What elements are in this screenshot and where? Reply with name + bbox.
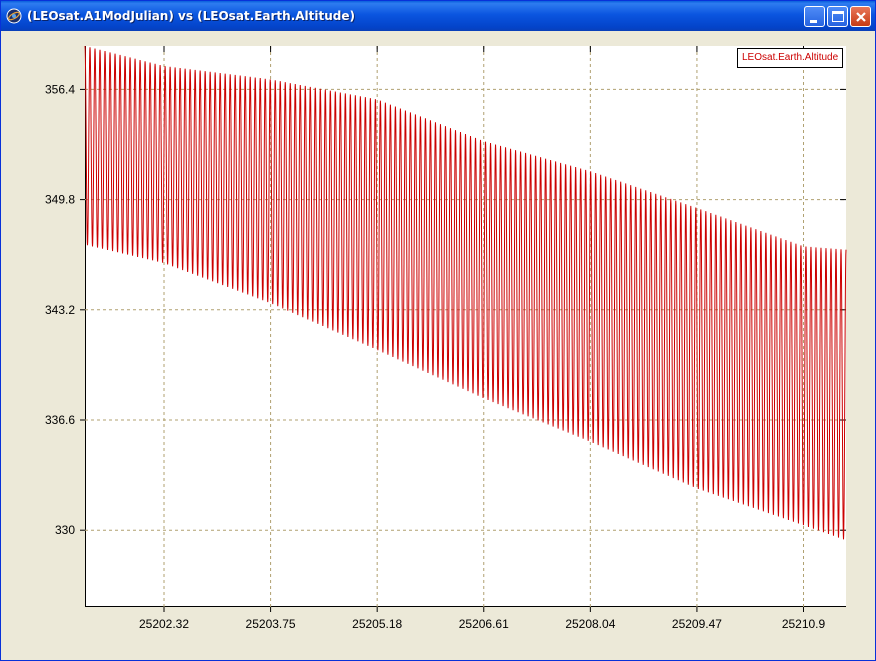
minimize-icon	[810, 20, 817, 23]
chart-area: 25202.32 25203.75 25205.18 25206.61 25208.04…	[5, 31, 871, 656]
x-tick-label: 25209.47	[672, 617, 722, 631]
x-tick-label: 25208.04	[565, 617, 615, 631]
close-button[interactable]	[850, 6, 871, 27]
app-icon	[6, 8, 22, 24]
x-tick-label: 25203.75	[246, 617, 296, 631]
y-tick-label: 343.2	[45, 303, 75, 317]
y-tick-label: 330	[55, 523, 75, 537]
x-tick-label: 25202.32	[139, 617, 189, 631]
legend[interactable]: LEOsat.Earth.Altitude	[737, 48, 844, 68]
plot-window: (LEOsat.A1ModJulian) vs (LEOsat.Earth.Al…	[0, 0, 876, 661]
close-icon	[856, 12, 866, 22]
y-tick-label: 356.4	[45, 82, 75, 96]
y-tick-label: 336.6	[45, 413, 75, 427]
altitude-series-line	[84, 45, 847, 540]
window-title: (LEOsat.A1ModJulian) vs (LEOsat.Earth.Al…	[27, 9, 356, 23]
y-tick-label: 349.8	[45, 193, 75, 207]
maximize-icon	[832, 11, 844, 22]
maximize-button[interactable]	[827, 6, 848, 27]
x-tick-label: 25205.18	[352, 617, 402, 631]
x-tick-label: 25210.9	[782, 617, 826, 631]
x-tick-label: 25206.61	[459, 617, 509, 631]
legend-label: LEOsat.Earth.Altitude	[742, 52, 839, 63]
minimize-button[interactable]	[804, 6, 825, 27]
title-bar[interactable]: (LEOsat.A1ModJulian) vs (LEOsat.Earth.Al…	[1, 1, 875, 31]
chart-svg: 25202.32 25203.75 25205.18 25206.61 25208.04…	[45, 45, 847, 631]
